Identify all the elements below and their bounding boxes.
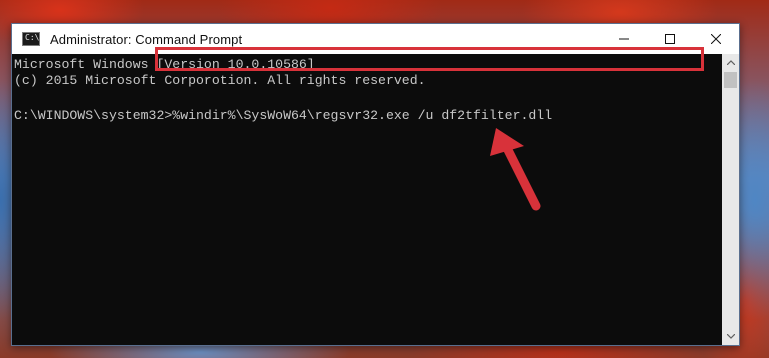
console-line-command: C:\WINDOWS\system32>%windir%\SysWoW64\re… (14, 108, 553, 123)
scroll-down-arrow-icon (726, 334, 735, 339)
console-line-copyright: (c) 2015 Microsoft Corporotion. All righ… (14, 73, 426, 88)
scroll-thumb[interactable] (724, 72, 737, 88)
maximize-icon (665, 34, 675, 44)
scroll-up-arrow-icon (726, 60, 735, 65)
close-icon (711, 34, 721, 44)
scroll-up-button[interactable] (722, 54, 739, 71)
command-prompt-icon: C:\ (22, 32, 40, 46)
window-title: Administrator: Command Prompt (50, 31, 243, 47)
console-output[interactable]: Microsoft Windows [Version 10.0.10586] (… (12, 54, 722, 345)
command-highlight-box (155, 47, 704, 71)
vertical-scrollbar[interactable] (722, 54, 739, 345)
minimize-icon (619, 38, 629, 40)
scroll-down-button[interactable] (722, 328, 739, 345)
pointer-arrow-icon (490, 128, 541, 211)
command-prompt-icon-label: C:\ (25, 33, 40, 42)
command-prompt-window: C:\ Administrator: Command Prompt Micros… (11, 23, 740, 346)
